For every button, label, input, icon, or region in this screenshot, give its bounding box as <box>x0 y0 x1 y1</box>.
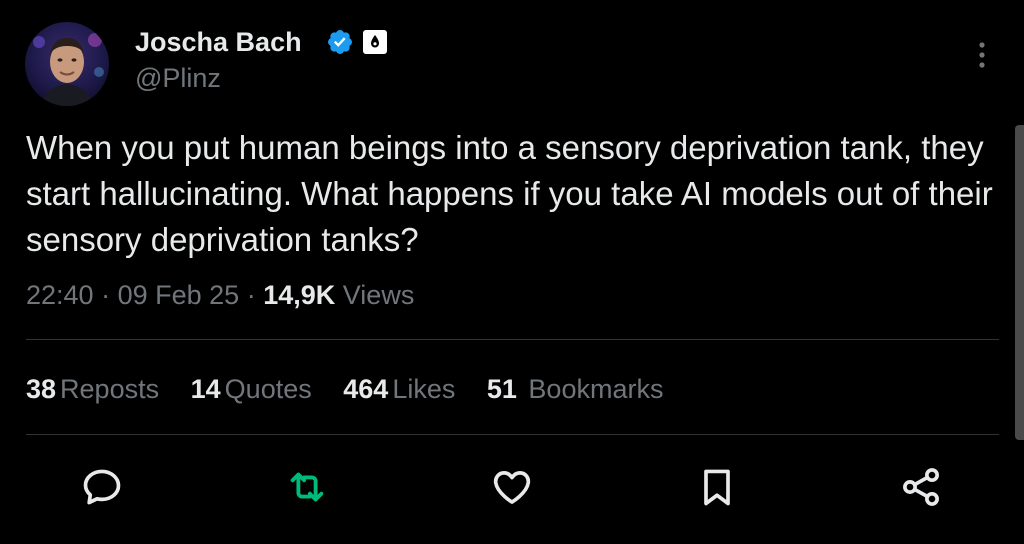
repost-icon <box>290 472 324 502</box>
more-vertical-icon[interactable] <box>970 40 994 70</box>
tweet-meta: 22:40 · 09 Feb 25 · 14,9K Views <box>26 278 414 312</box>
reply-button[interactable] <box>77 462 127 512</box>
divider <box>26 339 999 340</box>
repost-button[interactable] <box>282 462 332 512</box>
meta-separator: · <box>101 280 118 310</box>
likes-label: Likes <box>392 374 456 404</box>
quotes-count: 14 <box>190 374 221 404</box>
engagement-stats: 38 Reposts 14 Quotes 464 Likes 51 Bookmarks <box>26 371 687 407</box>
meta-separator: · <box>246 280 264 310</box>
author-display-name[interactable]: Joscha Bach <box>135 26 302 58</box>
speech-bubble-icon <box>83 469 121 505</box>
tweet-date[interactable]: 09 Feb 25 <box>118 280 240 310</box>
bookmarks-stat[interactable]: 51 Bookmarks <box>487 371 664 407</box>
likes-stat[interactable]: 464 Likes <box>343 371 455 407</box>
views-count: 14,9K <box>263 280 336 310</box>
bookmarks-count: 51 <box>486 374 517 404</box>
bookmark-icon <box>704 469 730 506</box>
reposts-label: Reposts <box>60 374 160 404</box>
scrollbar-thumb[interactable] <box>1015 125 1024 440</box>
bookmark-button[interactable] <box>692 462 742 512</box>
author-handle[interactable]: @Plinz <box>135 62 221 94</box>
heart-icon <box>493 471 531 504</box>
avatar-image <box>25 22 109 106</box>
tweet-text: When you put human beings into a sensory… <box>26 129 993 258</box>
bookmarks-label: Bookmarks <box>528 374 664 404</box>
share-icon <box>903 468 939 506</box>
reposts-stat[interactable]: 38 Reposts <box>26 371 159 407</box>
divider <box>26 434 999 435</box>
affiliate-badge-icon[interactable] <box>362 29 388 55</box>
like-button[interactable] <box>487 462 537 512</box>
quotes-label: Quotes <box>224 374 312 404</box>
reposts-count: 38 <box>26 374 57 404</box>
likes-count: 464 <box>343 374 389 404</box>
views-label: Views <box>342 280 415 310</box>
tweet-time[interactable]: 22:40 <box>26 280 94 310</box>
avatar[interactable] <box>25 22 109 106</box>
verified-badge-icon <box>328 30 352 54</box>
share-button[interactable] <box>896 462 946 512</box>
quotes-stat[interactable]: 14 Quotes <box>191 371 312 407</box>
